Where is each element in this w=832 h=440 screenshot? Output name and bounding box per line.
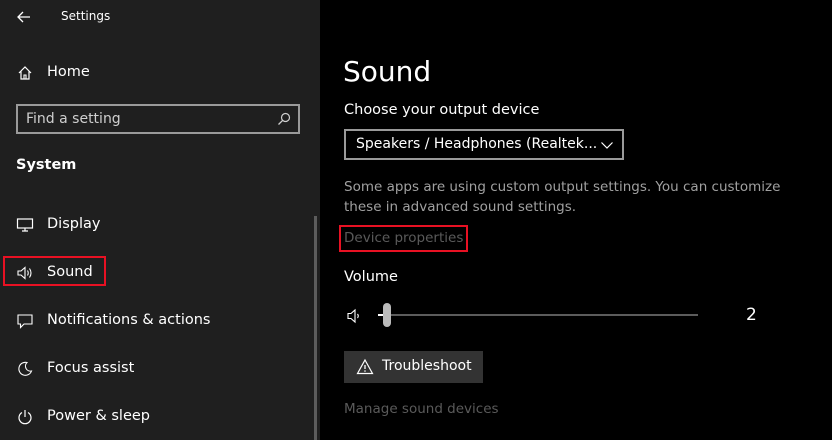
settings-window: Settings Home System [0, 0, 832, 440]
nav-home-label: Home [47, 64, 90, 80]
volume-speaker-icon[interactable] [345, 306, 365, 326]
moon-icon [16, 360, 34, 378]
output-device-label: Choose your output device [344, 102, 540, 118]
back-arrow-icon [17, 11, 30, 23]
sidebar-item-label: Display [47, 216, 101, 232]
power-icon [16, 408, 34, 426]
monitor-icon [16, 216, 34, 234]
sidebar-item-label: Focus assist [47, 360, 135, 376]
volume-slider-thumb[interactable] [383, 303, 391, 327]
sidebar-item-label: Power & sleep [47, 408, 150, 424]
back-button[interactable] [10, 4, 38, 30]
selection-highlight-box [3, 256, 106, 286]
volume-slider-track [378, 314, 698, 316]
troubleshoot-label: Troubleshoot [382, 358, 472, 374]
search-icon[interactable] [276, 111, 292, 127]
sidebar-item-notifications[interactable]: Notifications & actions [0, 303, 312, 339]
device-properties-link[interactable]: Device properties [344, 230, 463, 246]
app-title: Settings [61, 9, 111, 23]
sidebar-item-display[interactable]: Display [0, 207, 312, 243]
troubleshoot-button[interactable]: Troubleshoot [344, 351, 483, 383]
volume-value: 2 [746, 305, 757, 325]
notification-icon [16, 312, 34, 330]
search-input[interactable] [26, 110, 266, 128]
search-box[interactable] [16, 104, 300, 134]
sidebar-item-label: Notifications & actions [47, 312, 211, 328]
nav-home[interactable]: Home [0, 55, 312, 91]
selected-device-value: Speakers / Headphones (Realtek... [356, 136, 598, 152]
sidebar: Settings Home System [0, 0, 320, 440]
custom-output-info-text: Some apps are using custom output settin… [344, 179, 781, 215]
output-device-dropdown[interactable]: Speakers / Headphones (Realtek... [344, 129, 624, 160]
section-heading-system: System [16, 157, 77, 173]
chevron-down-icon [601, 142, 613, 149]
volume-label: Volume [344, 269, 398, 285]
manage-sound-devices-link[interactable]: Manage sound devices [344, 401, 499, 417]
warning-icon [356, 358, 374, 375]
title-bar: Settings [0, 0, 320, 34]
sidebar-item-power-sleep[interactable]: Power & sleep [0, 399, 312, 435]
sidebar-scrollbar[interactable] [314, 216, 317, 440]
main-content: Sound Choose your output device Speakers… [320, 0, 832, 440]
home-icon [16, 64, 34, 82]
device-properties-highlight-box: Device properties [339, 225, 468, 252]
volume-slider[interactable] [378, 303, 700, 327]
page-title: Sound [343, 55, 432, 88]
sidebar-item-focus-assist[interactable]: Focus assist [0, 351, 312, 387]
